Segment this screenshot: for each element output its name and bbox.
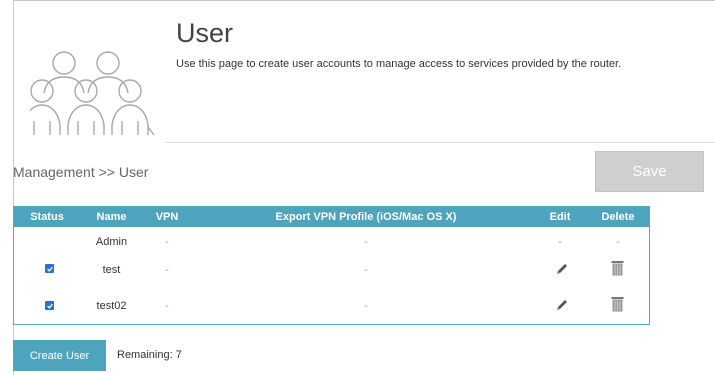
header-delete: Delete — [601, 211, 635, 223]
header-name: Name — [96, 211, 127, 223]
remaining-count: Remaining: 7 — [117, 349, 182, 361]
row-test02-status-checkbox[interactable] — [45, 301, 54, 310]
pencil-icon[interactable] — [555, 298, 569, 312]
row-test-vpn: - — [165, 264, 169, 276]
row-test02-vpn: - — [165, 300, 169, 312]
row-test02-name: test02 — [96, 300, 127, 312]
row-admin-vpn: - — [165, 236, 169, 248]
header-status: Status — [30, 211, 64, 223]
table-header: Status Name VPN Export VPN Profile (iOS/… — [14, 207, 649, 227]
trash-icon[interactable] — [611, 296, 624, 312]
checkmark-icon — [46, 303, 53, 309]
create-user-button[interactable]: Create User — [13, 340, 106, 371]
pencil-icon[interactable] — [555, 262, 569, 276]
page-title: User — [176, 18, 234, 48]
header-vpn: VPN — [155, 211, 179, 223]
row-test02-export: - — [364, 300, 368, 312]
row-test-export: - — [364, 264, 368, 276]
user-table: Status Name VPN Export VPN Profile (iOS/… — [13, 206, 650, 325]
page-description: Use this page to create user accounts to… — [176, 58, 622, 70]
breadcrumb: Management >> User — [13, 164, 149, 180]
trash-icon[interactable] — [611, 260, 624, 276]
row-admin-delete: - — [616, 236, 620, 248]
save-button[interactable]: Save — [595, 151, 704, 192]
header-edit: Edit — [549, 211, 571, 223]
row-admin-name: Admin — [95, 236, 128, 248]
row-test-status-checkbox[interactable] — [45, 264, 54, 273]
header-divider — [165, 142, 715, 143]
row-admin-edit: - — [558, 236, 562, 248]
row-test-name: test — [102, 264, 121, 276]
header-export: Export VPN Profile (iOS/Mac OS X) — [275, 211, 457, 223]
users-group-icon — [30, 51, 155, 136]
checkmark-icon — [46, 266, 53, 272]
row-admin-export: - — [364, 236, 368, 248]
